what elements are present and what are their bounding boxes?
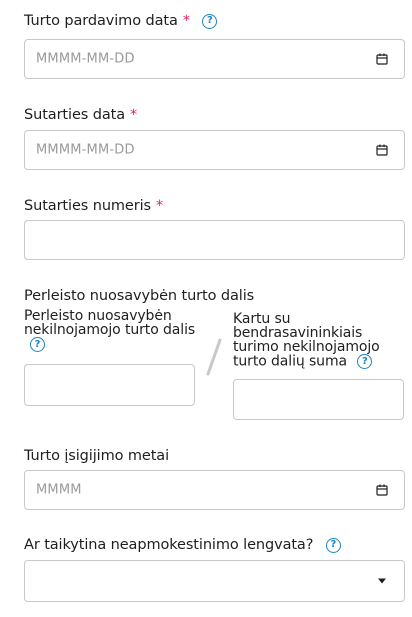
contract-number-input[interactable] — [24, 220, 405, 260]
share-total-input[interactable] — [233, 379, 404, 420]
help-icon[interactable]: ? — [30, 337, 45, 352]
share-part-label: Perleisto nuosavybėn nekilnojamojo turto… — [24, 309, 199, 352]
contract-number-label: Sutarties numeris * — [24, 198, 163, 215]
sale-date-label: Turto pardavimo data * ? — [24, 13, 218, 30]
required-mark: * — [156, 198, 164, 214]
help-icon[interactable]: ? — [357, 354, 373, 369]
contract-date-placeholder: MMMM-MM-DD — [36, 142, 135, 158]
fraction-slash — [206, 338, 222, 376]
share-part-label-text: Perleisto nuosavybėn nekilnojamojo turto… — [24, 308, 196, 338]
help-icon[interactable]: ? — [202, 13, 218, 29]
acquisition-year-placeholder: MMMM — [36, 482, 82, 498]
tax-exemption-select[interactable] — [24, 560, 405, 602]
sale-date-placeholder: MMMM-MM-DD — [36, 51, 135, 67]
sale-date-label-text: Turto pardavimo data — [24, 13, 178, 29]
contract-date-label: Sutarties data * — [24, 107, 137, 124]
share-section-title: Perleisto nuosavybėn turto dalis — [24, 288, 255, 304]
calendar-icon[interactable] — [376, 144, 388, 156]
contract-date-label-text: Sutarties data — [24, 107, 125, 123]
caret-down-icon — [378, 578, 386, 584]
required-mark: * — [130, 107, 138, 123]
calendar-icon[interactable] — [376, 53, 388, 65]
tax-exemption-label-text: Ar taikytina neapmokestinimo lengvata? — [24, 537, 314, 553]
contract-number-label-text: Sutarties numeris — [24, 198, 151, 214]
acquisition-year-label: Turto įsigijimo metai — [24, 448, 170, 464]
tax-exemption-label: Ar taikytina neapmokestinimo lengvata? ? — [24, 537, 341, 554]
required-mark: * — [182, 13, 190, 29]
sale-date-input[interactable]: MMMM-MM-DD — [24, 39, 405, 79]
help-icon[interactable]: ? — [325, 537, 341, 553]
share-part-input[interactable] — [24, 364, 195, 406]
contract-date-input[interactable]: MMMM-MM-DD — [24, 130, 405, 170]
calendar-icon[interactable] — [376, 484, 388, 496]
acquisition-year-input[interactable]: MMMM — [24, 470, 405, 510]
share-total-label: Kartu su bendrasavininkiais turimo nekil… — [233, 312, 393, 369]
